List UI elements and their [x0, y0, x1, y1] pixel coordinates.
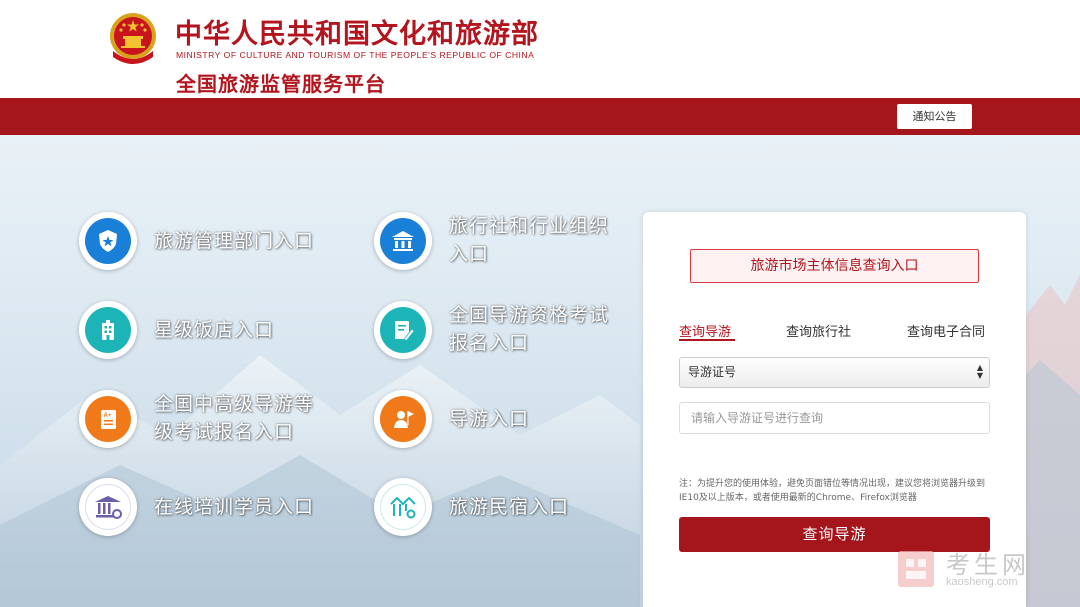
entry-label: 旅行社和行业组织入口 — [449, 215, 610, 265]
ministry-title: 中华人民共和国文化和旅游部 — [175, 19, 539, 50]
hotel-icon — [85, 307, 131, 353]
notice-button[interactable]: 通知公告 — [897, 104, 972, 129]
entry-homestay[interactable]: 旅游民宿入口 — [374, 478, 569, 536]
header: 中华人民共和国文化和旅游部 MINISTRY OF CULTURE AND TO… — [0, 0, 1080, 98]
query-type-select[interactable]: 导游证号 ▲ ▼ — [679, 357, 990, 388]
national-emblem-icon — [110, 13, 156, 64]
watermark-text: 考生网 — [946, 551, 1030, 579]
tab-query-agency[interactable]: 查询旅行社 — [786, 321, 851, 340]
entry-label: 在线培训学员入口 — [154, 496, 315, 518]
svg-text:A+: A+ — [104, 413, 112, 419]
shield-star-icon — [85, 218, 131, 264]
entry-advanced-guide-exam[interactable]: A+ 全国中高级导游等级考试报名入口 — [79, 390, 329, 448]
watermark: 考生网 kaosheng.com — [896, 545, 1056, 595]
entry-label: 旅游民宿入口 — [449, 496, 570, 518]
guide-flag-icon — [380, 396, 426, 442]
market-info-query-button[interactable]: 旅游市场主体信息查询入口 — [690, 249, 979, 283]
entry-label: 导游入口 — [449, 408, 530, 430]
query-type-value: 导游证号 — [688, 365, 737, 379]
entry-travel-agency[interactable]: 旅行社和行业组织入口 — [374, 212, 624, 270]
entry-label: 旅游管理部门入口 — [154, 230, 315, 252]
entry-label: 星级饭店入口 — [154, 319, 275, 341]
entry-tourism-admin[interactable]: 旅游管理部门入口 — [79, 212, 314, 270]
guide-number-input[interactable] — [679, 402, 990, 434]
entry-online-training[interactable]: 在线培训学员入口 — [79, 478, 314, 536]
entry-label: 全国中高级导游等级考试报名入口 — [154, 393, 315, 443]
entry-guide-exam[interactable]: 全国导游资格考试报名入口 — [374, 301, 624, 359]
entry-label: 全国导游资格考试报名入口 — [449, 304, 610, 354]
tab-query-guide[interactable]: 查询导游 — [679, 321, 731, 340]
watermark-url: kaosheng.com — [946, 576, 1018, 588]
exam-edit-icon — [380, 307, 426, 353]
entry-tour-guide[interactable]: 导游入口 — [374, 390, 529, 448]
select-arrows-icon: ▲ ▼ — [976, 363, 983, 380]
grade-document-icon: A+ — [85, 396, 131, 442]
entry-star-hotel[interactable]: 星级饭店入口 — [79, 301, 274, 359]
platform-subtitle: 全国旅游监管服务平台 — [176, 72, 386, 96]
homestay-icon — [380, 484, 426, 530]
browser-note: 注：为提升您的使用体验，避免页面错位等情况出现，建议您将浏览器升级到IE10及以… — [679, 479, 986, 503]
ministry-title-en: MINISTRY OF CULTURE AND TOURISM OF THE P… — [176, 50, 535, 60]
tab-query-contract[interactable]: 查询电子合同 — [907, 321, 985, 340]
active-tab-indicator — [679, 339, 735, 341]
building-icon — [380, 218, 426, 264]
training-hall-icon — [85, 484, 131, 530]
